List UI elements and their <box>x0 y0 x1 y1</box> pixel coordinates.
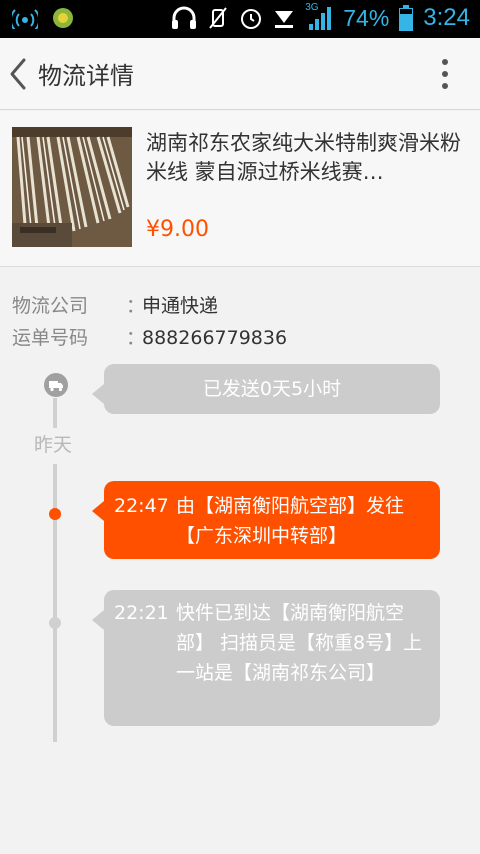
event-description: 由【湖南衡阳航空部】发往【广东深圳中转部】 <box>176 495 405 547</box>
day-label: 昨天 <box>34 434 73 456</box>
shipping-duration: 已发送0天5小时 <box>202 378 342 400</box>
timeline-event: 22:21 快件已到达【湖南衡阳航空部】 扫描员是【称重8号】上一站是【湖南祁东… <box>92 590 440 726</box>
tracking-label: 运单号码 <box>12 327 89 349</box>
timeline-dot <box>49 617 61 629</box>
company-row: 物流公司 ： 申通快递 <box>12 290 287 322</box>
product-price: ¥9.00 <box>146 217 209 242</box>
company-value: 申通快递 <box>142 295 219 317</box>
page-title: 物流详情 <box>38 62 134 90</box>
shipping-duration-bubble: 已发送0天5小时 <box>92 364 440 414</box>
tracking-value[interactable]: 888266779836 <box>142 322 287 354</box>
product-image <box>12 127 132 247</box>
mute-icon <box>209 7 228 29</box>
signal-icon: 3G <box>305 2 333 32</box>
tracking-row: 运单号码 ： 888266779836 <box>12 322 287 354</box>
product-name: 湖南祁东农家纯大米特制爽滑米粉 米线 蒙自源过桥米线赛… <box>146 131 461 184</box>
alarm-icon <box>241 9 262 29</box>
event-time: 22:47 <box>114 495 169 517</box>
app-notification-icon <box>53 8 73 28</box>
shipping-info: 物流公司 ： 申通快递 运单号码 ： 888266779836 <box>12 290 287 354</box>
event-description: 快件已到达【湖南衡阳航空部】 扫描员是【称重8号】上一站是【湖南祁东公司】 <box>176 602 423 684</box>
timeline-event-latest: 22:47 由【湖南衡阳航空部】发往【广东深圳中转部】 <box>92 481 440 559</box>
truck-icon <box>44 373 68 397</box>
more-vertical-icon[interactable] <box>440 58 450 90</box>
chevron-left-icon[interactable] <box>6 56 32 92</box>
timeline-dot-latest <box>49 508 61 520</box>
timeline-line-top <box>53 398 57 428</box>
clock: 3:24 <box>423 4 470 31</box>
timeline-line <box>53 464 57 742</box>
event-time: 22:21 <box>114 602 169 624</box>
headset-icon <box>172 6 197 29</box>
wifi-signal-icon <box>12 9 38 29</box>
company-colon: ： <box>126 295 146 317</box>
status-bar: 3G 74% 3:24 <box>0 0 480 38</box>
battery-percent: 74% <box>343 4 390 31</box>
download-icon <box>275 11 294 28</box>
product-card[interactable]: 湖南祁东农家纯大米特制爽滑米粉 米线 蒙自源过桥米线赛… ¥9.00 <box>0 111 480 267</box>
battery-icon <box>399 5 414 31</box>
company-label: 物流公司 <box>12 295 89 317</box>
app-header: 物流详情 <box>0 38 480 110</box>
tracking-colon: ： <box>126 327 146 349</box>
